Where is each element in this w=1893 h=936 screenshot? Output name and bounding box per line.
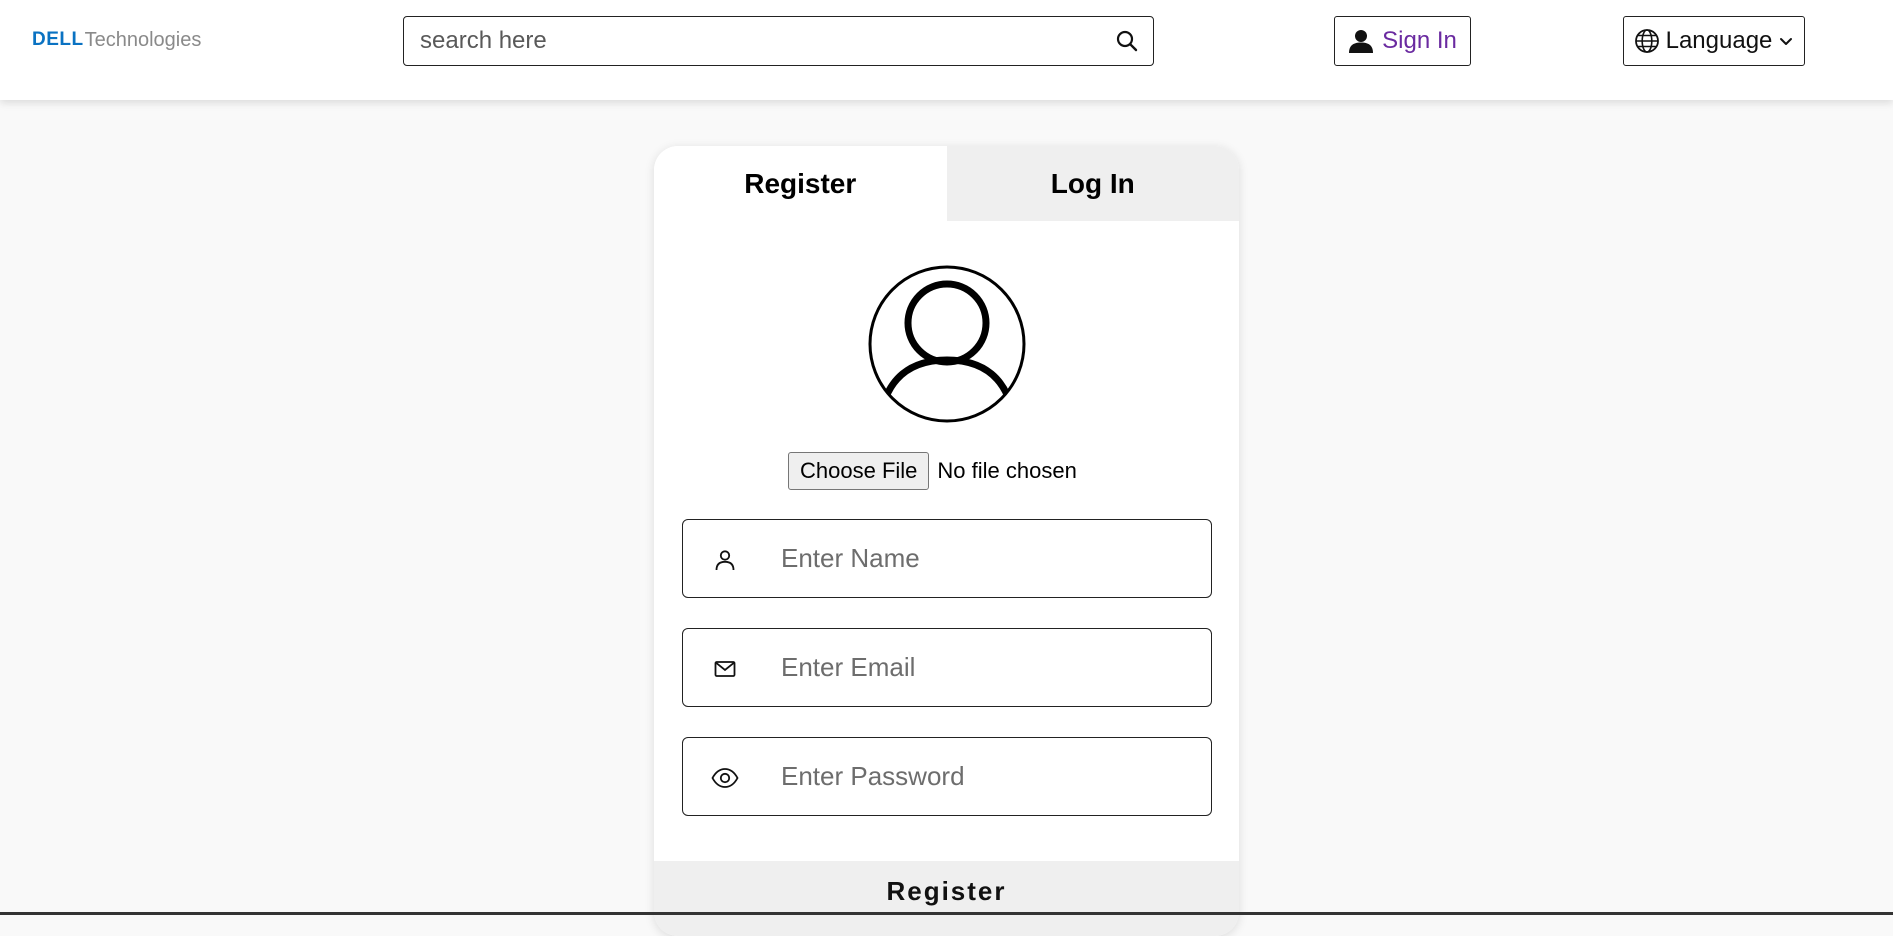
search-bar bbox=[403, 16, 1154, 66]
register-submit-button[interactable]: Register bbox=[654, 861, 1239, 936]
profile-avatar-icon[interactable] bbox=[868, 265, 1026, 423]
email-input[interactable] bbox=[779, 629, 1199, 706]
mail-icon bbox=[711, 655, 739, 683]
file-status-text: No file chosen bbox=[937, 458, 1077, 483]
chevron-down-icon bbox=[1780, 38, 1793, 45]
dell-technologies-logo[interactable]: DELL Technologies bbox=[32, 28, 201, 52]
user-icon bbox=[711, 546, 739, 574]
search-icon[interactable] bbox=[1115, 29, 1139, 53]
choose-file-button[interactable]: Choose File bbox=[788, 452, 930, 490]
name-input[interactable] bbox=[779, 520, 1199, 597]
auth-tabs: Register Log In bbox=[654, 146, 1239, 221]
password-input[interactable] bbox=[779, 738, 1199, 815]
tab-log-in[interactable]: Log In bbox=[946, 146, 1239, 221]
logo-sub-text: Technologies bbox=[84, 28, 202, 51]
logo-brand-text: DELL bbox=[32, 29, 84, 50]
register-card: Register Log In Choose File No file chos… bbox=[654, 146, 1239, 936]
language-selector[interactable]: Language bbox=[1623, 16, 1805, 66]
tab-register[interactable]: Register bbox=[654, 146, 947, 221]
name-field bbox=[682, 519, 1212, 598]
top-header: DELL Technologies Sign In Language bbox=[0, 0, 1893, 100]
language-label: Language bbox=[1665, 27, 1773, 54]
search-input[interactable] bbox=[416, 17, 1096, 65]
sign-in-label: Sign In bbox=[1382, 27, 1457, 54]
eye-icon[interactable] bbox=[711, 764, 739, 792]
globe-icon bbox=[1634, 29, 1659, 53]
user-icon bbox=[1349, 30, 1374, 53]
password-field bbox=[682, 737, 1212, 816]
email-field bbox=[682, 628, 1212, 707]
sign-in-button[interactable]: Sign In bbox=[1334, 16, 1471, 66]
file-upload: Choose File No file chosen bbox=[788, 452, 1108, 490]
